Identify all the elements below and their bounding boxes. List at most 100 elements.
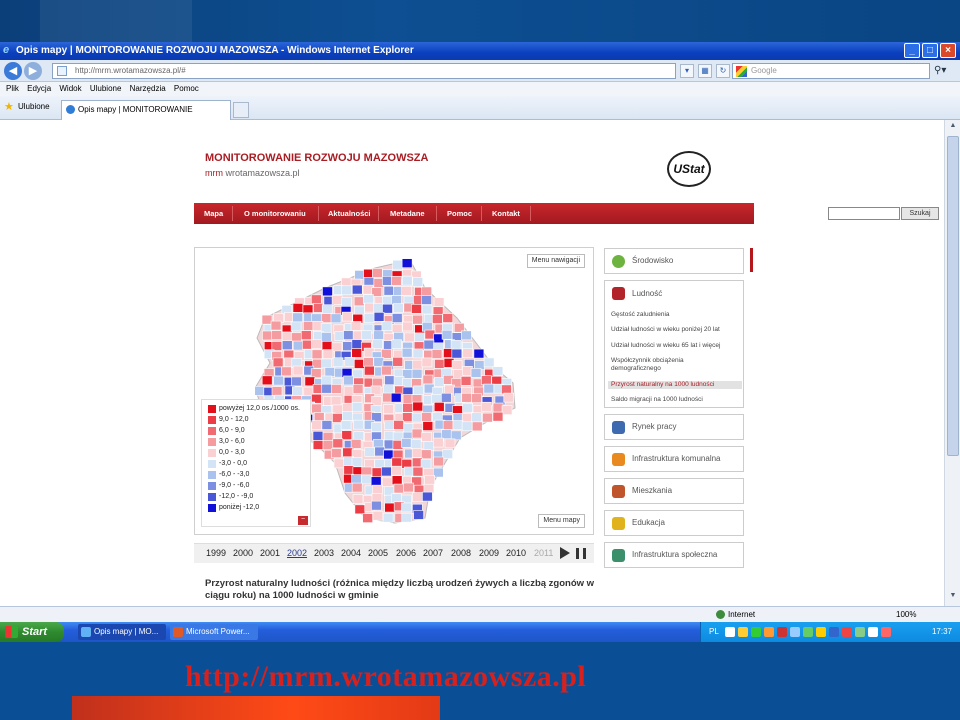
menu-item-view[interactable]: Widok — [59, 82, 81, 96]
gmina-area[interactable] — [403, 482, 414, 493]
gmina-area[interactable] — [372, 339, 383, 349]
close-button[interactable]: × — [940, 43, 956, 58]
gmina-area[interactable] — [331, 448, 342, 458]
gmina-area[interactable] — [331, 384, 342, 394]
gmina-area[interactable] — [381, 365, 392, 376]
gmina-area[interactable] — [350, 439, 362, 449]
gmina-area[interactable] — [364, 447, 376, 457]
taskbar-ie-window[interactable]: Opis mapy | MO... — [78, 624, 166, 640]
gmina-area[interactable] — [373, 302, 384, 313]
indicator-item[interactable]: Gęstość zaludnienia — [611, 311, 741, 319]
gmina-area[interactable] — [351, 284, 363, 295]
tray-icon[interactable] — [842, 627, 852, 637]
gmina-area[interactable] — [401, 275, 413, 286]
gmina-area[interactable] — [421, 295, 432, 305]
category-edukacja[interactable]: Edukacja — [604, 510, 744, 536]
scroll-up-icon[interactable]: ▲ — [947, 122, 959, 134]
gmina-area[interactable] — [364, 365, 375, 376]
year-2006[interactable]: 2006 — [396, 548, 416, 558]
gmina-area[interactable] — [342, 341, 353, 351]
tray-icon[interactable] — [777, 627, 787, 637]
scroll-down-icon[interactable]: ▼ — [947, 592, 959, 604]
gmina-area[interactable] — [320, 322, 332, 333]
gmina-area[interactable] — [473, 348, 485, 359]
gmina-area[interactable] — [402, 403, 413, 413]
gmina-area[interactable] — [433, 402, 445, 412]
gmina-area[interactable] — [254, 386, 266, 396]
gmina-area[interactable] — [353, 431, 365, 441]
gmina-area[interactable] — [364, 302, 375, 313]
gmina-area[interactable] — [383, 285, 395, 296]
gmina-area[interactable] — [422, 421, 434, 431]
gmina-area[interactable] — [492, 411, 504, 422]
gmina-area[interactable] — [292, 312, 303, 323]
start-button[interactable]: Start — [0, 622, 64, 642]
gmina-area[interactable] — [450, 340, 462, 350]
gmina-area[interactable] — [461, 421, 473, 432]
refresh-icon[interactable]: ↻ — [716, 64, 730, 78]
year-2002[interactable]: 2002 — [287, 548, 307, 558]
gmina-area[interactable] — [343, 375, 354, 386]
gmina-area[interactable] — [321, 375, 332, 386]
gmina-area[interactable] — [442, 313, 454, 323]
gmina-area[interactable] — [373, 357, 385, 367]
ustat-logo[interactable]: UStat — [667, 151, 711, 187]
gmina-area[interactable] — [342, 402, 353, 413]
gmina-area[interactable] — [344, 357, 356, 367]
gmina-area[interactable] — [492, 402, 504, 413]
gmina-area[interactable] — [342, 411, 353, 421]
gmina-area[interactable] — [353, 296, 365, 307]
taskbar-powerpoint-window[interactable]: Microsoft Power... — [170, 624, 258, 640]
gmina-area[interactable] — [401, 286, 413, 296]
gmina-area[interactable] — [402, 412, 413, 422]
gmina-area[interactable] — [412, 359, 423, 370]
menu-item-tools[interactable]: Narzędzia — [130, 82, 166, 96]
gmina-area[interactable] — [391, 323, 403, 334]
tray-icon[interactable] — [764, 627, 774, 637]
gmina-area[interactable] — [291, 332, 302, 343]
gmina-area[interactable] — [411, 448, 423, 458]
gmina-area[interactable] — [424, 475, 435, 485]
year-2004[interactable]: 2004 — [341, 548, 361, 558]
gmina-area[interactable] — [404, 332, 415, 343]
gmina-area[interactable] — [271, 330, 282, 340]
gmina-area[interactable] — [391, 465, 402, 476]
gmina-area[interactable] — [441, 392, 452, 403]
gmina-area[interactable] — [321, 383, 333, 394]
play-icon[interactable] — [560, 547, 570, 559]
category-ludnosc-header[interactable]: Ludność — [605, 281, 743, 307]
back-arrow-icon[interactable]: ◀ — [4, 62, 22, 80]
gmina-area[interactable] — [261, 375, 273, 386]
year-2003[interactable]: 2003 — [314, 548, 334, 558]
nav-o-monitorowaniu[interactable]: O monitorowaniu — [244, 203, 306, 224]
tray-icon[interactable] — [868, 627, 878, 637]
indicator-item[interactable]: Saldo migracji na 1000 ludności — [611, 396, 741, 404]
gmina-area[interactable] — [330, 396, 342, 406]
gmina-area[interactable] — [411, 428, 423, 439]
pause-icon[interactable] — [576, 548, 586, 559]
gmina-area[interactable] — [383, 404, 394, 414]
gmina-area[interactable] — [342, 447, 354, 458]
gmina-area[interactable] — [413, 510, 424, 520]
gmina-area[interactable] — [363, 357, 374, 367]
gmina-area[interactable] — [261, 314, 273, 325]
gmina-area[interactable] — [354, 504, 366, 515]
gmina-area[interactable] — [341, 311, 353, 322]
gmina-area[interactable] — [381, 466, 392, 477]
gmina-area[interactable] — [292, 340, 304, 351]
year-2007[interactable]: 2007 — [423, 548, 443, 558]
gmina-area[interactable] — [324, 367, 336, 377]
gmina-area[interactable] — [302, 304, 314, 315]
gmina-area[interactable] — [402, 394, 414, 404]
gmina-area[interactable] — [321, 304, 333, 315]
gmina-area[interactable] — [471, 421, 483, 432]
gmina-area[interactable] — [423, 441, 435, 451]
gmina-area[interactable] — [343, 465, 355, 475]
gmina-area[interactable] — [391, 493, 402, 504]
tray-icon[interactable] — [881, 627, 891, 637]
gmina-area[interactable] — [471, 393, 482, 404]
tray-icon[interactable] — [790, 627, 800, 637]
new-tab-button[interactable] — [233, 102, 249, 118]
dropdown-icon[interactable]: ▾ — [680, 64, 694, 78]
gmina-area[interactable] — [341, 285, 352, 296]
